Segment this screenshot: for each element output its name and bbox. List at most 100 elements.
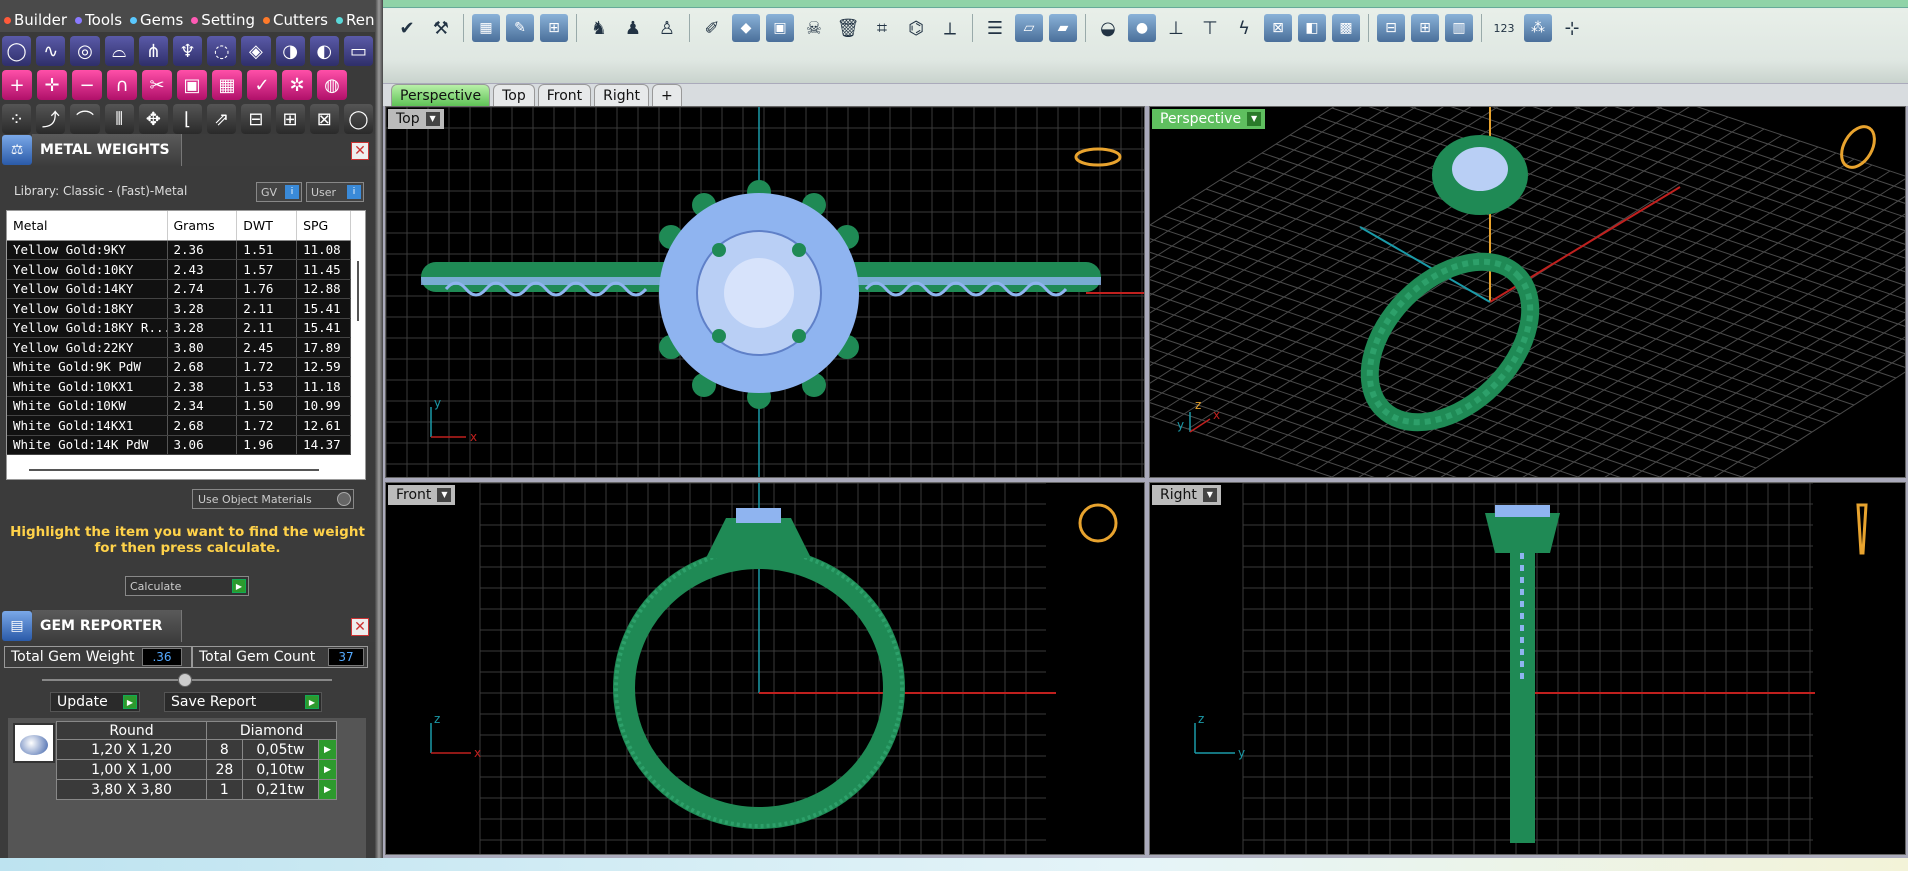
array-tool-icon[interactable]: ⁘ <box>2 104 32 134</box>
table-row[interactable]: Yellow Gold:18KY R... 3.28 2.11 15.41 <box>7 318 351 338</box>
measure-icon[interactable]: ⟂ <box>936 14 964 42</box>
table-row[interactable]: Yellow Gold:22KY 3.80 2.45 17.89 <box>7 337 351 358</box>
pattern-tool-icon[interactable]: ▦ <box>212 70 242 100</box>
bend-tool-icon[interactable]: ⊟ <box>241 104 271 134</box>
image-icon[interactable]: ▣ <box>766 14 794 42</box>
play-icon[interactable]: ▶ <box>318 739 337 760</box>
flow-tool-icon[interactable]: ⇗ <box>207 104 237 134</box>
prong-tool-icon[interactable]: ⋔ <box>138 36 168 66</box>
bezel-tool-icon[interactable]: ◌ <box>207 36 237 66</box>
close-icon[interactable]: ✕ <box>351 618 369 636</box>
box-tool-icon[interactable]: ▣ <box>177 70 207 100</box>
chart-icon[interactable]: ⌗ <box>868 14 896 42</box>
orbit-tool-icon[interactable]: ◯ <box>343 104 374 134</box>
table-row[interactable]: White Gold:14KX1 2.68 1.72 12.61 <box>7 415 351 436</box>
close-icon[interactable]: ✕ <box>351 142 369 160</box>
scatter-tool-icon[interactable]: ✲ <box>282 70 312 100</box>
scale-tool-icon[interactable]: ⊠ <box>309 104 339 134</box>
layers-icon[interactable]: ☰ <box>981 14 1009 42</box>
gem-row[interactable]: 1,20 X 1,20 8 0,05tw ▶ <box>56 739 337 760</box>
minus-tool-icon[interactable]: − <box>72 70 102 100</box>
plane-icon[interactable]: ▱ <box>1015 14 1043 42</box>
viewport-front-label[interactable]: Front ▼ <box>388 485 456 505</box>
volume-icon[interactable]: ▥ <box>1445 14 1473 42</box>
grid-select-icon[interactable]: ▦ <box>472 14 500 42</box>
slider-handle[interactable] <box>178 673 192 687</box>
shank-tool-icon[interactable]: ⌓ <box>104 36 134 66</box>
table-row[interactable]: Yellow Gold:14KY 2.74 1.76 12.88 <box>7 279 351 299</box>
dish-icon[interactable]: ◒ <box>1094 14 1122 42</box>
gem-row[interactable]: 3,80 X 3,80 1 0,21tw ▶ <box>56 779 337 800</box>
array-up-icon[interactable]: ⊞ <box>1411 14 1439 42</box>
globe-tool-icon[interactable]: ◍ <box>317 70 347 100</box>
table-row[interactable]: White Gold:10KX1 2.38 1.53 11.18 <box>7 376 351 397</box>
menu-tools[interactable]: Tools <box>75 11 122 29</box>
play-icon[interactable]: ▶ <box>318 779 337 800</box>
table-row[interactable]: White Gold:9K PdW 2.68 1.72 12.59 <box>7 357 351 377</box>
viewport-perspective[interactable]: Perspective ▼ y z x <box>1149 106 1906 478</box>
camera-icon[interactable]: ⌬ <box>902 14 930 42</box>
col-metal[interactable]: Metal <box>7 211 168 241</box>
layout-icon[interactable]: ⊞ <box>540 14 568 42</box>
figure-one-icon[interactable]: ♞ <box>585 14 613 42</box>
mirror-tool-icon[interactable]: ⫴ <box>104 104 134 134</box>
table-row[interactable]: Yellow Gold:18KY 3.28 2.11 15.41 <box>7 298 351 319</box>
calculate-button[interactable]: Calculate ▶ <box>125 576 249 596</box>
plane-grid-icon[interactable]: ▰ <box>1049 14 1077 42</box>
table-row[interactable]: Yellow Gold:10KY 2.43 1.57 11.45 <box>7 259 351 280</box>
split-tool-icon[interactable]: ✛ <box>37 70 67 100</box>
cube-grid-icon[interactable]: ▩ <box>1332 14 1360 42</box>
vertical-scrollbar[interactable] <box>353 241 363 441</box>
shield-tool-icon[interactable]: ◈ <box>241 36 271 66</box>
cut-tool-icon[interactable]: ✂ <box>142 70 172 100</box>
move-tool-icon[interactable]: ✥ <box>138 104 168 134</box>
gv-button[interactable]: GV i <box>256 182 302 202</box>
wizard-icon[interactable]: ⚒ <box>427 14 455 42</box>
grid-snap-icon[interactable]: ⁂ <box>1524 14 1552 42</box>
table-row[interactable]: White Gold:14K PdW 3.06 1.96 14.37 <box>7 435 351 455</box>
skull-icon[interactable]: ☠ <box>800 14 828 42</box>
rail-tool-icon[interactable]: ⌒ <box>70 104 100 134</box>
update-button[interactable]: Update ▶ <box>50 692 140 712</box>
panel-splitter[interactable] <box>375 0 383 871</box>
play-icon[interactable]: ▶ <box>318 759 337 780</box>
head-tool-icon[interactable]: ♆ <box>172 36 203 66</box>
dimension-icon[interactable]: 123 <box>1490 14 1518 42</box>
arc-tool-icon[interactable]: ∩ <box>107 70 137 100</box>
col-spg[interactable]: SPG <box>296 211 351 241</box>
profile-tool-icon[interactable]: ◐ <box>309 36 339 66</box>
col-grams[interactable]: Grams <box>167 211 238 241</box>
circle-tool-icon[interactable]: ◯ <box>2 36 32 66</box>
twist-tool-icon[interactable]: ⊞ <box>275 104 305 134</box>
twist-icon[interactable]: ϟ <box>1230 14 1258 42</box>
user-button[interactable]: User i <box>306 182 364 202</box>
trash-icon[interactable]: 🗑 <box>834 14 862 42</box>
use-object-materials-toggle[interactable]: Use Object Materials <box>192 489 354 509</box>
paint-icon[interactable]: ✎ <box>506 14 534 42</box>
cube-icon[interactable]: ◧ <box>1298 14 1326 42</box>
col-dwt[interactable]: DWT <box>236 211 298 241</box>
table-row[interactable]: Yellow Gold:9KY 2.36 1.51 11.08 <box>7 240 351 260</box>
viewport-right[interactable]: Right ▼ z y <box>1149 482 1906 855</box>
panel-tool-icon[interactable]: ▭ <box>343 36 374 66</box>
add-tool-icon[interactable]: + <box>2 70 32 100</box>
menu-gems[interactable]: Gems <box>130 11 183 29</box>
tab-perspective[interactable]: Perspective <box>391 84 491 106</box>
save-report-button[interactable]: Save Report ▶ <box>164 692 322 712</box>
bend-right-icon[interactable]: ⊤ <box>1196 14 1224 42</box>
tab-top[interactable]: Top <box>493 84 535 106</box>
material-icon[interactable]: ◆ <box>732 14 760 42</box>
snap-icon[interactable]: ⊹ <box>1558 14 1586 42</box>
viewport-front[interactable]: Front ▼ z x <box>385 482 1145 855</box>
menu-setting[interactable]: Setting <box>191 11 255 29</box>
viewport-top-label[interactable]: Top ▼ <box>388 109 444 129</box>
add-tab-button[interactable]: + <box>652 84 682 106</box>
horizontal-scrollbar[interactable] <box>29 469 319 471</box>
figure-three-icon[interactable]: ♙ <box>653 14 681 42</box>
viewport-right-label[interactable]: Right ▼ <box>1152 485 1221 505</box>
menu-render[interactable]: Render <box>335 11 375 29</box>
figure-two-icon[interactable]: ♟ <box>619 14 647 42</box>
table-row[interactable]: White Gold:10KW 2.34 1.50 10.99 <box>7 396 351 416</box>
menu-builder[interactable]: Builder <box>4 11 67 29</box>
array-down-icon[interactable]: ⊟ <box>1377 14 1405 42</box>
